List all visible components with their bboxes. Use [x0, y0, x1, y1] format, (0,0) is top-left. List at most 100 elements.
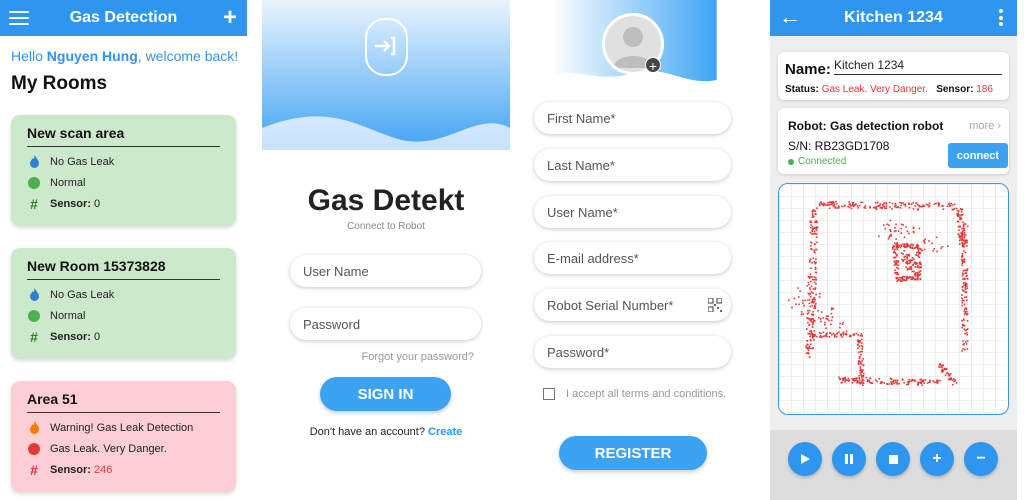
rooms-screen: Gas Detection + Hello Nguyen Hung, welco… — [0, 0, 247, 500]
register-button[interactable]: REGISTER — [559, 436, 707, 470]
greeting-suffix: , welcome back! — [137, 48, 239, 64]
password-field[interactable]: Password — [290, 308, 481, 340]
hash-icon: # — [30, 195, 38, 212]
hash-icon: # — [30, 461, 38, 478]
add-photo-icon[interactable]: + — [645, 57, 661, 74]
flame-icon — [27, 421, 41, 435]
room-name: Area 51 — [27, 391, 220, 413]
sign-in-button[interactable]: SIGN IN — [320, 377, 451, 411]
play-icon[interactable] — [788, 442, 822, 476]
sensor-row: # Sensor: 0 — [27, 328, 220, 345]
control-bar: + − — [770, 430, 1017, 500]
serial-number: S/N: RB23GD1708 — [788, 139, 890, 153]
room-status: Normal — [50, 309, 86, 322]
room-name: New scan area — [27, 125, 220, 147]
connected-text: Connected — [798, 156, 847, 167]
signup-prompt: Don't have an account? Create — [262, 426, 510, 438]
app-brand: Gas Detekt — [307, 184, 465, 217]
room-title: Kitchen 1234 — [844, 9, 943, 26]
chevron-right-icon: › — [997, 120, 1001, 132]
password-field[interactable]: Password* — [534, 336, 731, 368]
room-name-input[interactable]: Kitchen 1234 — [834, 58, 1002, 75]
sensor-value: 246 — [94, 463, 113, 476]
sensor-row: # Sensor: 0 — [27, 195, 220, 212]
status-dot-icon — [788, 158, 794, 165]
more-vert-icon[interactable] — [999, 9, 1003, 29]
username-field[interactable]: User Name* — [534, 196, 731, 228]
robot-card: Robot: Gas detection robot more › S/N: R… — [778, 108, 1009, 174]
app-bar: ← Kitchen 1234 — [770, 0, 1017, 36]
room-card[interactable]: New scan area No Gas Leak Normal # Senso… — [11, 115, 236, 226]
gas-status: No Gas Leak — [50, 155, 115, 168]
app-subtitle: Connect to Robot — [347, 221, 425, 232]
robot-screen: ← Kitchen 1234 Name: Kitchen 1234 Status… — [770, 0, 1017, 500]
zoom-out-icon[interactable]: − — [964, 442, 998, 476]
more-text: more — [969, 120, 995, 132]
sensor-row: # Sensor: 246 — [27, 461, 220, 478]
pause-icon[interactable] — [832, 442, 866, 476]
status-row: Gas Leak. Very Danger. — [27, 442, 220, 455]
room-card[interactable]: Area 51 Warning! Gas Leak Detection Gas … — [11, 381, 236, 492]
last-name-field[interactable]: Last Name* — [534, 149, 731, 181]
stop-icon[interactable] — [876, 442, 910, 476]
connect-button[interactable]: connect — [948, 143, 1008, 168]
room-info-card: Name: Kitchen 1234 Status: Gas Leak. Ver… — [778, 52, 1009, 100]
app-title: Gas Detection — [69, 9, 178, 26]
sensor-value: 0 — [94, 197, 101, 210]
register-screen: + First Name* Last Name* User Name* E-ma… — [510, 0, 758, 500]
hash-icon: # — [30, 328, 38, 345]
terms-row[interactable]: I accept all terms and conditions. — [543, 388, 726, 400]
status-row: Normal — [27, 309, 220, 322]
sensor-label: Sensor: — [50, 463, 91, 476]
terms-checkbox[interactable] — [543, 388, 555, 400]
sensor-label: Sensor: — [936, 84, 974, 95]
status-dot-icon — [28, 176, 40, 189]
no-account-text: Don't have an account? — [309, 426, 425, 438]
app-bar: Gas Detection + — [0, 0, 247, 36]
status-label: Status: — [785, 84, 819, 95]
create-account-link[interactable]: Create — [428, 426, 462, 438]
scan-map-canvas — [779, 184, 1007, 413]
first-name-field[interactable]: First Name* — [534, 102, 731, 134]
status-value: Gas Leak. Very Danger. — [821, 84, 928, 95]
email-field[interactable]: E-mail address* — [534, 242, 731, 274]
more-link[interactable]: more › — [969, 120, 1001, 132]
section-title: My Rooms — [11, 73, 108, 94]
room-status: Normal — [50, 176, 86, 189]
gas-status: No Gas Leak — [50, 288, 115, 301]
status-dot-icon — [28, 309, 40, 322]
room-status: Gas Leak. Very Danger. — [50, 442, 167, 455]
login-door-icon — [365, 18, 408, 76]
flame-icon — [27, 155, 41, 169]
status-line: Status: Gas Leak. Very Danger. Sensor: 1… — [785, 84, 993, 95]
sensor-label: Sensor: — [50, 330, 91, 343]
name-label: Name: — [785, 61, 831, 78]
gas-row: No Gas Leak — [27, 288, 220, 301]
flame-icon — [27, 288, 41, 302]
scan-map[interactable] — [778, 183, 1009, 415]
room-name: New Room 15373828 — [27, 258, 220, 280]
status-dot-icon — [28, 442, 40, 455]
gas-row: No Gas Leak — [27, 155, 220, 168]
greeting-prefix: Hello — [11, 48, 47, 64]
robot-label: Robot: Gas detection robot — [788, 119, 944, 133]
gas-status: Warning! Gas Leak Detection — [50, 421, 194, 434]
sensor-label: Sensor: — [50, 197, 91, 210]
login-screen: Gas Detekt Connect to Robot User Name Pa… — [262, 0, 510, 500]
zoom-in-icon[interactable]: + — [920, 442, 954, 476]
room-card[interactable]: New Room 15373828 No Gas Leak Normal # S… — [11, 248, 236, 359]
robot-serial-placeholder: Robot Serial Number* — [547, 297, 674, 313]
user-name: Nguyen Hung — [46, 48, 138, 64]
add-icon[interactable]: + — [223, 6, 237, 30]
status-row: Normal — [27, 176, 220, 189]
qr-code-icon[interactable] — [708, 298, 722, 312]
robot-serial-field[interactable]: Robot Serial Number* — [534, 289, 731, 321]
gas-row: Warning! Gas Leak Detection — [27, 421, 220, 434]
sensor-value: 0 — [94, 330, 101, 343]
terms-label: I accept all terms and conditions. — [566, 388, 727, 400]
forgot-password-link[interactable]: Forgot your password? — [362, 351, 475, 363]
username-field[interactable]: User Name — [290, 255, 481, 287]
connection-status: Connected — [788, 156, 846, 167]
sensor-value: 186 — [976, 84, 993, 95]
greeting: Hello Nguyen Hung, welcome back! — [11, 48, 247, 64]
